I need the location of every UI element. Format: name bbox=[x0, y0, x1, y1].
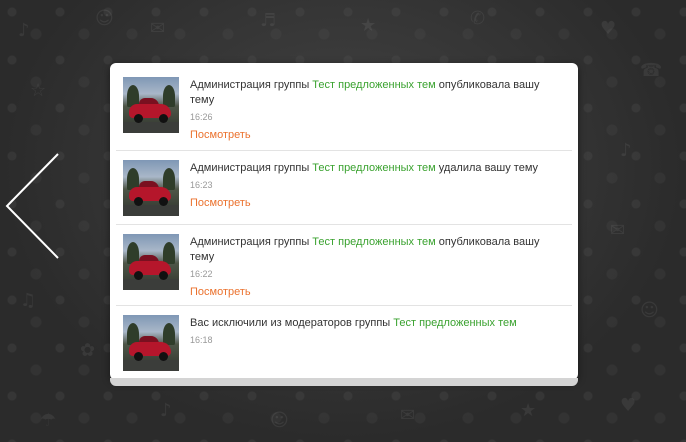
message-suffix: удалила вашу тему bbox=[435, 162, 539, 174]
group-link[interactable]: Тест предложенных тем bbox=[312, 236, 435, 248]
list-item: Вас исключили из модераторов группы Тест… bbox=[116, 305, 572, 380]
message-prefix: Вас исключили из модераторов группы bbox=[190, 317, 394, 329]
message-prefix: Администрация группы bbox=[190, 162, 313, 174]
message-prefix: Администрация группы bbox=[190, 79, 313, 91]
list-item: Администрация группы Тест предложенных т… bbox=[116, 150, 572, 225]
timestamp: 16:26 bbox=[190, 112, 213, 122]
timestamp: 16:18 bbox=[190, 335, 213, 345]
timestamp: 16:23 bbox=[190, 180, 213, 190]
panel-footer-edge bbox=[110, 378, 578, 386]
notification-text: Администрация группы Тест предложенных т… bbox=[190, 161, 552, 211]
list-item: Администрация группы Тест предложенных т… bbox=[116, 63, 572, 151]
message-prefix: Администрация группы bbox=[190, 236, 313, 248]
notifications-panel: Администрация группы Тест предложенных т… bbox=[110, 63, 578, 380]
group-link[interactable]: Тест предложенных тем bbox=[312, 79, 435, 91]
notification-text: Администрация группы Тест предложенных т… bbox=[190, 235, 552, 300]
group-thumbnail[interactable] bbox=[123, 77, 179, 133]
chevron-left-icon[interactable] bbox=[0, 150, 70, 262]
notification-text: Администрация группы Тест предложенных т… bbox=[190, 78, 552, 143]
view-link[interactable]: Посмотреть bbox=[190, 128, 251, 143]
group-link[interactable]: Тест предложенных тем bbox=[312, 162, 435, 174]
group-link[interactable]: Тест предложенных тем bbox=[393, 317, 516, 329]
notification-text: Вас исключили из модераторов группы Тест… bbox=[190, 316, 552, 346]
timestamp: 16:22 bbox=[190, 269, 213, 279]
view-link[interactable]: Посмотреть bbox=[190, 285, 251, 300]
view-link[interactable]: Посмотреть bbox=[190, 196, 251, 211]
group-thumbnail[interactable] bbox=[123, 234, 179, 290]
group-thumbnail[interactable] bbox=[123, 315, 179, 371]
list-item: Администрация группы Тест предложенных т… bbox=[116, 224, 572, 306]
group-thumbnail[interactable] bbox=[123, 160, 179, 216]
